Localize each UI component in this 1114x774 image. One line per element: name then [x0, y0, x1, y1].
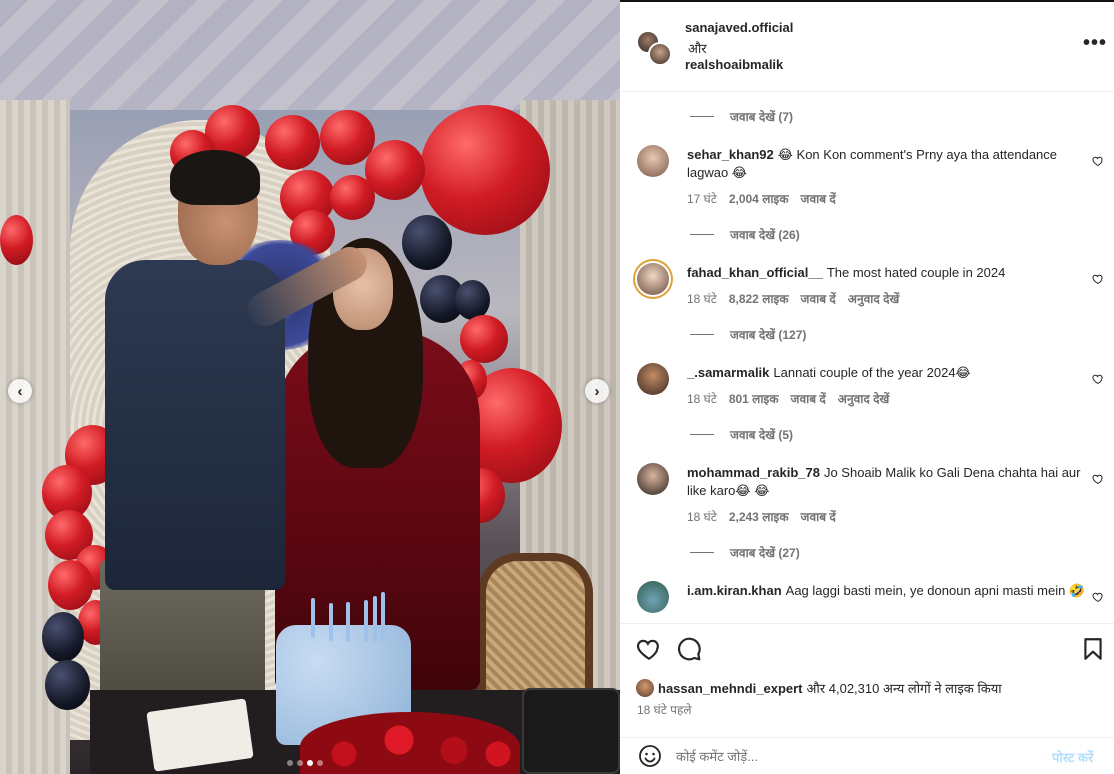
more-options-button[interactable]: •••: [1083, 33, 1107, 53]
carousel-prev-button[interactable]: ‹: [8, 379, 32, 403]
coauthor-username[interactable]: realshoaibmalik: [685, 57, 783, 72]
view-replies-button[interactable]: जवाब देखें (27): [690, 544, 800, 561]
avatar[interactable]: [637, 263, 669, 295]
comment-text: sehar_khan92 😂 Kon Kon comment's Prny aya…: [687, 147, 1058, 180]
comments-list[interactable]: जवाब देखें (7) sehar_khan92 😂 Kon Kon com…: [620, 93, 1114, 623]
heart-icon[interactable]: [1092, 155, 1104, 167]
comment-meta: 18 घंटे 2,243 लाइक जवाब दें: [687, 510, 836, 524]
comment-username[interactable]: _.samarmalik: [687, 365, 769, 380]
rose-bouquet: [300, 712, 520, 774]
chevron-right-icon: ›: [594, 382, 600, 400]
carousel-next-button[interactable]: ›: [585, 379, 609, 403]
heart-icon[interactable]: [1092, 591, 1104, 603]
carousel-dot: [307, 760, 313, 766]
wallpaper: [0, 0, 620, 110]
comment-text: _.samarmalik Lannati couple of the year 2…: [687, 365, 971, 380]
bookmark-icon[interactable]: [1080, 636, 1106, 662]
man-hair: [170, 150, 260, 205]
author-avatars[interactable]: [636, 30, 672, 66]
carousel-indicator: [287, 760, 323, 766]
avatar[interactable]: [637, 145, 669, 177]
heart-icon[interactable]: [1092, 273, 1104, 285]
comment-text: fahad_khan_official__ The most hated coup…: [687, 265, 1006, 280]
view-replies-button[interactable]: जवाब देखें (5): [690, 426, 793, 443]
chair: [478, 553, 593, 703]
post-photo[interactable]: appy ‹ ›: [0, 0, 620, 774]
comment-text: i.am.kiran.khan Aag laggi basti mein, ye …: [687, 583, 1086, 598]
candle: [346, 602, 350, 642]
balloon-dark: [455, 280, 490, 320]
avatar[interactable]: [637, 581, 669, 613]
view-replies-button[interactable]: जवाब देखें (26): [690, 226, 800, 243]
comment-meta: 17 घंटे 2,004 लाइक जवाब दें: [687, 192, 836, 206]
avatar[interactable]: [637, 363, 669, 395]
comment-text: mohammad_rakib_78 Jo Shoaib Malik ko Gali…: [687, 465, 1081, 498]
author-connector: और: [688, 41, 707, 56]
comment-input[interactable]: [676, 744, 1036, 768]
heart-icon[interactable]: [1092, 473, 1104, 485]
handbag: [522, 688, 620, 774]
chevron-left-icon: ‹: [17, 382, 23, 400]
comment-username[interactable]: sehar_khan92: [687, 147, 774, 162]
carousel-dot: [317, 760, 323, 766]
likes-count[interactable]: और 4,02,310 अन्य लोगों ने लाइक किया: [807, 679, 1002, 697]
add-comment-bar: पोस्ट करें: [620, 737, 1114, 774]
emoji-icon[interactable]: [638, 744, 662, 768]
post-actions: hassan_mehndi_expert और 4,02,310 अन्य लो…: [620, 623, 1114, 738]
balloon: [330, 175, 375, 220]
heart-icon[interactable]: [1092, 373, 1104, 385]
post-timestamp[interactable]: 18 घंटे पहले: [637, 701, 691, 718]
candle: [373, 596, 377, 642]
candle: [311, 598, 315, 638]
balloon: [0, 215, 33, 265]
candle: [329, 603, 333, 641]
liked-by-username[interactable]: hassan_mehndi_expert: [658, 681, 803, 696]
view-replies-button[interactable]: जवाब देखें (7): [690, 108, 793, 125]
avatar[interactable]: [648, 42, 672, 66]
comment-username[interactable]: i.am.kiran.khan: [687, 583, 782, 598]
candle: [381, 592, 385, 642]
avatar[interactable]: [637, 463, 669, 495]
more-icon: •••: [1083, 32, 1108, 54]
avatar[interactable]: [636, 679, 654, 697]
liked-by: hassan_mehndi_expert और 4,02,310 अन्य लो…: [636, 679, 1002, 697]
balloon-dark: [42, 612, 84, 662]
post-comment-button[interactable]: पोस्ट करें: [1052, 748, 1093, 766]
candle: [364, 600, 368, 642]
comment-username[interactable]: fahad_khan_official__: [687, 265, 823, 280]
comment-username[interactable]: mohammad_rakib_78: [687, 465, 820, 480]
author-username[interactable]: sanajaved.official: [685, 20, 793, 35]
comment-meta: 18 घंटे 8,822 लाइक जवाब दें अनुवाद देखें: [687, 292, 900, 306]
balloon-dark: [45, 660, 90, 710]
heart-icon[interactable]: [636, 636, 662, 662]
comment-icon[interactable]: [676, 636, 702, 662]
balloon: [420, 105, 550, 235]
balloon: [265, 115, 320, 170]
carousel-dot: [287, 760, 293, 766]
post-header: sanajaved.official और realshoaibmalik ••…: [620, 2, 1114, 92]
balloon: [460, 315, 508, 363]
carousel-dot: [297, 760, 303, 766]
view-replies-button[interactable]: जवाब देखें (127): [690, 326, 806, 343]
comment-meta: 18 घंटे 801 लाइक जवाब दें अनुवाद देखें: [687, 392, 890, 406]
post-side-panel: sanajaved.official और realshoaibmalik ••…: [620, 0, 1114, 774]
balloon-dark: [402, 215, 452, 270]
